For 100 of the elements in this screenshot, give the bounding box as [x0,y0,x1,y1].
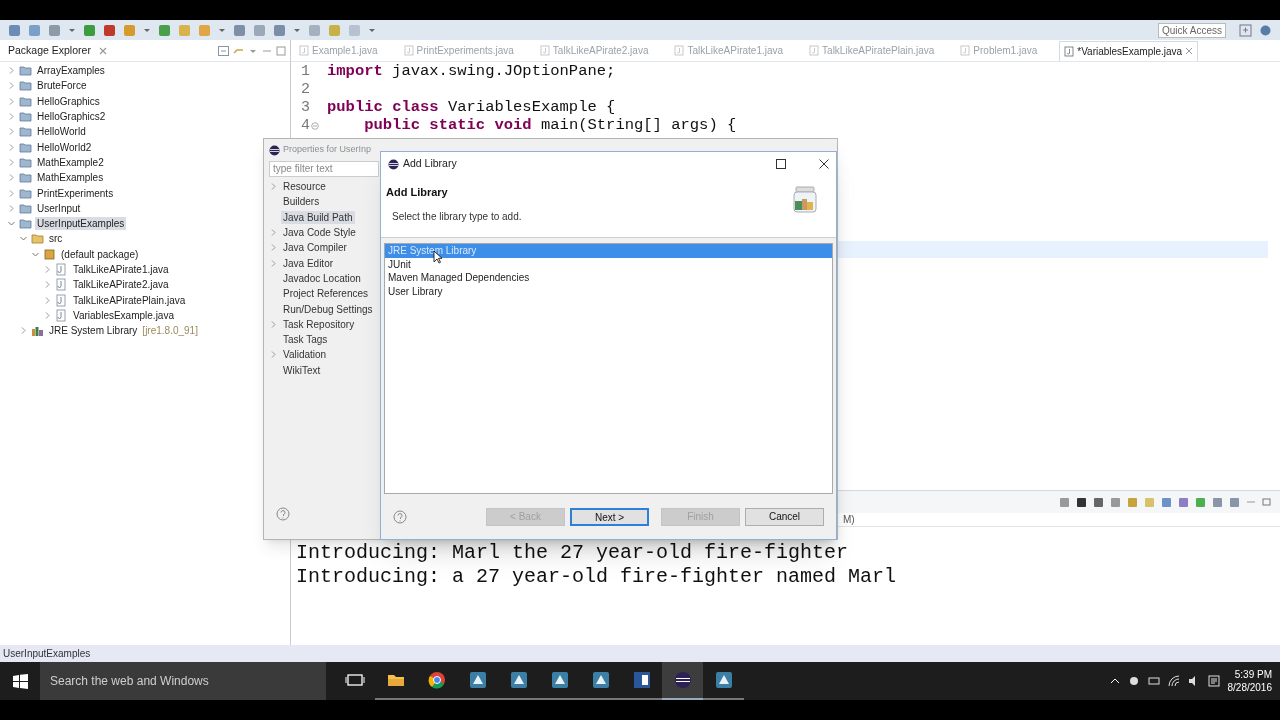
chevron-up-icon[interactable] [1109,677,1120,685]
collapse-all-icon[interactable] [218,45,229,56]
fold-icon[interactable] [311,122,319,130]
tree-item[interactable]: src [47,232,65,246]
toolbar-icon[interactable] [273,23,286,37]
toolbar-icon[interactable] [83,23,96,37]
tray-icon[interactable] [1127,675,1140,687]
notifications-icon[interactable] [1207,675,1220,687]
properties-category[interactable]: Builders [281,195,322,209]
app-icon [713,670,734,690]
properties-category[interactable]: Resource [281,180,328,194]
library-type-item[interactable]: JUnit [385,257,832,271]
tree-item[interactable]: TalkLikeAPiratePlain.java [71,293,188,307]
properties-category[interactable]: Java Compiler [281,241,349,255]
java-file-icon [55,263,68,276]
editor-tab[interactable]: *VariablesExample.java [1059,40,1199,61]
project-folder-icon [19,79,32,93]
dialog-button[interactable]: Cancel [745,507,824,526]
dropdown-arrow-icon[interactable] [368,26,376,34]
tree-item[interactable]: (default package) [59,247,141,261]
help-icon[interactable] [393,509,407,524]
toolbar-icon[interactable] [123,23,136,37]
properties-category[interactable]: WikiText [281,363,323,377]
tree-item[interactable]: TalkLikeAPirate2.java [71,278,171,292]
tree-item[interactable]: HelloGraphics [35,94,102,108]
properties-category[interactable]: Java Build Path [281,210,355,224]
tree-item[interactable]: TalkLikeAPirate1.java [71,263,171,276]
package-icon [43,247,56,261]
tree-item[interactable]: JRE System Library [47,324,140,338]
properties-category[interactable]: Task Repository [281,317,357,331]
library-icon [31,324,44,338]
toolbar-icon[interactable] [233,23,246,37]
java-file-icon [539,45,550,56]
properties-category[interactable]: Validation [281,348,329,362]
app-icon [549,670,570,690]
console-toolbar-icon[interactable] [1076,496,1087,508]
browser-icon [426,670,447,690]
tree-item[interactable]: UserInputExamples [35,217,127,231]
taskbar-button[interactable] [662,662,703,700]
properties-category[interactable]: Task Tags [281,333,330,347]
open-perspective-icon[interactable] [1239,23,1252,37]
dialog-title: Properties for UserInp [283,143,372,157]
toolbar-icon[interactable] [158,23,171,37]
tree-item[interactable]: HelloWorld [35,125,88,139]
dropdown-arrow-icon[interactable] [293,26,301,34]
library-type-item[interactable]: Maven Managed Dependencies [385,271,832,285]
code-line: public class VariablesExample { [327,97,616,118]
java-file-icon [960,45,971,56]
windows-start-icon[interactable] [12,673,28,689]
java-file-icon [55,308,68,322]
properties-category[interactable]: Run/Debug Settings [281,302,375,316]
java-file-icon [55,293,68,307]
line-number: 1 [301,61,310,82]
tree-item[interactable]: BruteForce [35,79,89,93]
tree-item[interactable]: ArrayExamples [35,64,107,78]
dialog-button[interactable]: Next > [570,507,649,526]
dropdown-arrow-icon[interactable] [218,26,226,34]
battery-icon[interactable] [1147,675,1160,687]
java-file-icon [403,45,414,56]
library-jar-icon [790,184,820,214]
project-folder-icon [19,94,32,108]
taskbar-search-field[interactable]: Search the web and Windows [40,662,326,700]
console-toolbar-icon[interactable] [1093,496,1104,508]
quick-access-field[interactable]: Quick Access [1157,22,1226,38]
minimize-icon[interactable] [1246,498,1256,506]
properties-category[interactable]: Java Editor [281,256,336,270]
java-file-icon [299,45,309,56]
clock-date[interactable]: 8/28/2016 [1227,681,1272,694]
properties-category[interactable]: Java Code Style [281,226,358,240]
tree-item-decoration: [jre1.8.0_91] [142,324,198,339]
toolbar-icon[interactable] [8,23,21,37]
tree-item[interactable]: PrintExperiments [35,186,116,200]
clock-time[interactable]: 5:39 PM [1234,668,1272,681]
help-icon[interactable] [276,507,290,521]
wifi-icon[interactable] [1167,675,1180,687]
dropdown-arrow-icon[interactable] [68,26,76,34]
toolbar-icon[interactable] [48,23,61,37]
toolbar-icon[interactable] [28,23,41,37]
tree-item[interactable]: VariablesExample.java [71,308,176,322]
tree-item[interactable]: UserInput [35,201,83,215]
project-folder-icon [19,155,32,169]
source-folder-icon [31,232,44,246]
maximize-icon[interactable] [776,159,786,169]
toolbar-icon[interactable] [253,23,266,37]
eclipse-icon [388,158,399,170]
filter-field[interactable]: type filter text [269,161,379,177]
dropdown-arrow-icon[interactable] [143,26,151,34]
library-type-item[interactable]: User Library [385,284,832,298]
properties-category[interactable]: Javadoc Location [281,271,363,285]
close-icon[interactable] [819,159,829,169]
tree-item[interactable]: HelloWorld2 [35,140,94,154]
tree-item[interactable]: MathExample2 [35,155,106,169]
toolbar-icon[interactable] [103,23,116,37]
dialog-description: Select the library type to add. [391,209,522,224]
tree-item[interactable]: HelloGraphics2 [35,110,108,124]
project-folder-icon [19,64,32,78]
tree-item[interactable]: MathExamples [35,171,106,185]
properties-category[interactable]: Project References [281,287,371,301]
project-folder-icon [19,186,32,200]
perspective-icon[interactable] [1259,23,1272,37]
